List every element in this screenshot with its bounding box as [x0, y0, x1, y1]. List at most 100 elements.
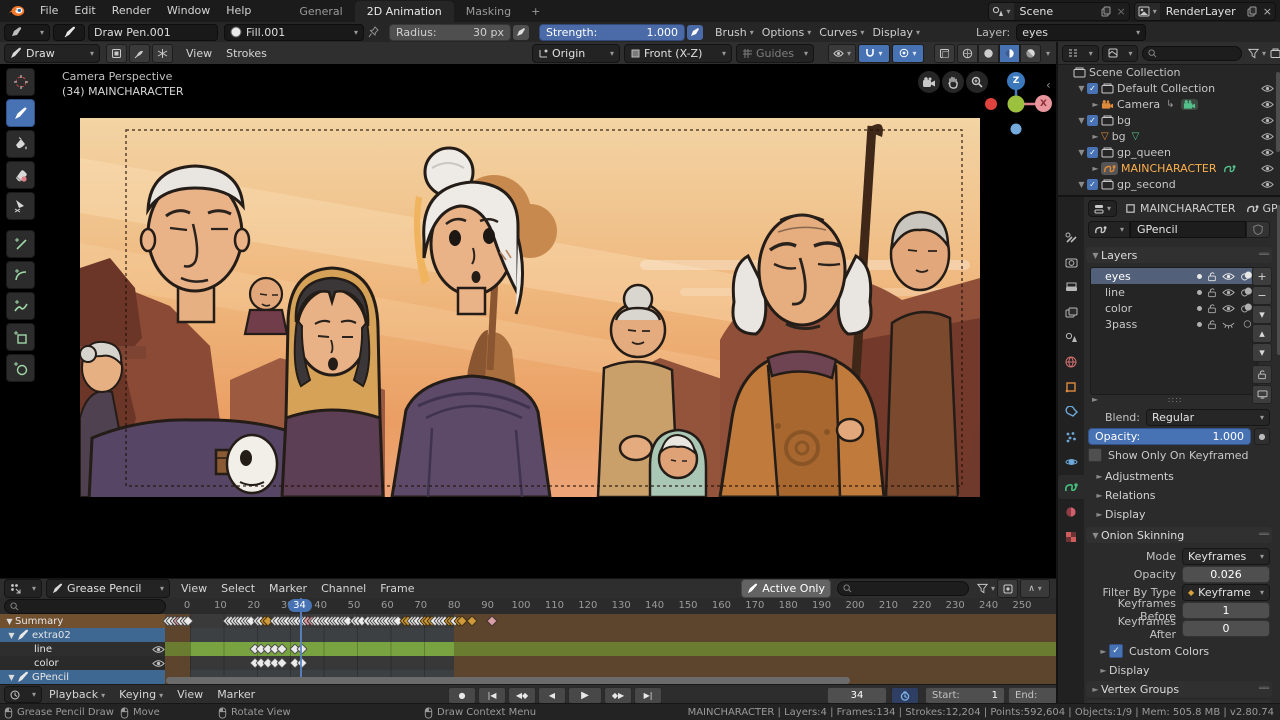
collection-checkbox[interactable]: ✓ — [1087, 179, 1098, 190]
panel-display[interactable]: ►Display — [1094, 506, 1270, 522]
prev-frame-button[interactable]: ◀ — [538, 687, 566, 704]
current-frame-indicator[interactable]: 34 — [288, 599, 312, 612]
dopesheet-menu-marker[interactable]: Marker — [262, 582, 314, 595]
menu-help[interactable]: Help — [218, 0, 259, 22]
overlays-toggle-icon[interactable] — [934, 44, 955, 63]
lock-icon[interactable] — [1207, 303, 1217, 314]
guides-dropdown[interactable]: Guides▾ — [736, 44, 814, 63]
shading-wireframe-icon[interactable] — [957, 44, 978, 63]
expander-icon[interactable]: ▼ — [1076, 148, 1087, 157]
blend-dropdown[interactable]: Regular▾ — [1146, 409, 1270, 426]
eye-closed-icon[interactable] — [1222, 320, 1235, 329]
radius-pressure-toggle[interactable] — [513, 25, 529, 40]
outliner-row[interactable]: ►▽bg▽ — [1058, 128, 1280, 144]
outliner-item-label[interactable]: MAINCHARACTER — [1121, 162, 1217, 175]
timeline-menu-marker[interactable]: Marker — [210, 688, 262, 701]
dopesheet-menu-frame[interactable]: Frame — [373, 582, 421, 595]
editor-type-dropdown[interactable]: ▾ — [4, 579, 42, 598]
render-layer-copy-icon[interactable] — [1244, 6, 1260, 17]
lock-all-button[interactable] — [1252, 365, 1272, 384]
channel-row-summary[interactable]: ▼Summary — [0, 614, 1056, 628]
onion-mode-dropdown[interactable]: Keyframes▾ — [1182, 548, 1270, 565]
tool-cursor-button[interactable] — [6, 68, 35, 96]
outliner-row[interactable]: ▼✓gp_queen — [1058, 144, 1280, 160]
channel-row-extra02[interactable]: ▼extra02 — [0, 628, 1056, 642]
fake-user-shield-icon[interactable] — [1246, 221, 1270, 238]
tool-erase-button[interactable] — [6, 161, 35, 189]
pin-icon[interactable] — [368, 26, 379, 38]
lock-icon[interactable] — [1207, 271, 1217, 282]
outliner-row[interactable]: ►MAINCHARACTER — [1058, 160, 1280, 176]
properties-tab-object-data[interactable] — [1058, 475, 1084, 499]
proportional-keys-icon[interactable] — [997, 579, 1018, 598]
panel-relations[interactable]: ►Relations — [1094, 487, 1270, 503]
next-key-button[interactable]: ◆▶ — [604, 687, 632, 704]
start-frame-field[interactable]: Start:1 — [925, 687, 1005, 704]
outliner-item-label[interactable]: Scene Collection — [1089, 66, 1180, 79]
hide-eye-icon[interactable] — [1261, 84, 1274, 93]
panel-vertex-groups[interactable]: ►Vertex Groups══ — [1086, 681, 1272, 697]
dopesheet-mode-dropdown[interactable]: Grease Pencil▾ — [46, 579, 170, 598]
prev-key-button[interactable]: ◀◆ — [508, 687, 536, 704]
onion-filter-dropdown[interactable]: ◆Keyframe▾ — [1182, 584, 1270, 601]
layer-row[interactable]: color — [1091, 300, 1257, 316]
tool-arc-button[interactable] — [6, 261, 35, 289]
layer-row[interactable]: 3pass — [1091, 316, 1257, 332]
properties-tab-tool[interactable] — [1058, 225, 1084, 249]
collection-checkbox[interactable]: ✓ — [1087, 83, 1098, 94]
properties-tab-output[interactable] — [1058, 275, 1084, 299]
outliner-search-input[interactable] — [1142, 46, 1242, 61]
snap-toggle[interactable]: ▾ — [858, 44, 890, 63]
dopesheet-ruler[interactable]: 0102030405060708090100110120130140150160… — [0, 598, 1056, 615]
brush-icon-button[interactable] — [53, 24, 85, 41]
dopesheet-menu-view[interactable]: View — [174, 582, 214, 595]
render-layer-delete-icon[interactable]: × — [1260, 5, 1275, 18]
outliner-filter-icon[interactable]: ▾ — [1248, 48, 1266, 59]
tool-cutter-button[interactable] — [6, 192, 35, 220]
channel-row-line[interactable]: line ✓ — [0, 642, 1056, 656]
strength-pressure-toggle[interactable] — [687, 25, 703, 40]
tool-curve-button[interactable] — [6, 292, 35, 320]
popover-curves[interactable]: Curves▾ — [819, 26, 864, 39]
paintmask-toggle-icon[interactable] — [129, 44, 150, 63]
radius-slider[interactable]: Radius:30 px — [389, 24, 511, 41]
scene-selector[interactable]: ▾ Scene × — [988, 2, 1130, 21]
channel-name-cell[interactable]: ▼Summary — [0, 614, 169, 628]
timeline-menu-playback[interactable]: Playback▾ — [42, 688, 112, 701]
collection-checkbox[interactable]: ✓ — [1087, 147, 1098, 158]
menu-render[interactable]: Render — [104, 0, 159, 22]
mode-dropdown[interactable]: Draw▾ — [4, 44, 100, 63]
eye-icon[interactable] — [1222, 288, 1235, 297]
properties-tab-scene[interactable] — [1058, 325, 1084, 349]
layer-opacity-slider[interactable]: Opacity:1.000 — [1088, 428, 1251, 445]
strength-slider[interactable]: Strength:1.000 — [539, 24, 685, 41]
render-layer-name[interactable]: RenderLayer — [1160, 5, 1244, 18]
properties-editor-type-dropdown[interactable]: ▾ — [1088, 200, 1117, 217]
hide-eye-icon[interactable] — [1261, 116, 1274, 125]
dopesheet-menu-channel[interactable]: Channel — [314, 582, 373, 595]
expander-icon[interactable]: ▼ — [1076, 84, 1087, 93]
layer-name[interactable]: line — [1105, 286, 1125, 299]
gp-datablock-dropdown[interactable]: ▾ — [1088, 221, 1130, 238]
outliner-scrollbar[interactable] — [1276, 72, 1280, 152]
menu-window[interactable]: Window — [159, 0, 218, 22]
popover-options[interactable]: Options▾ — [762, 26, 811, 39]
outliner-row[interactable]: ►Camera↳ — [1058, 96, 1280, 112]
tool-circle-button[interactable] — [6, 354, 35, 382]
list-expand-icon[interactable]: ► — [1092, 395, 1098, 404]
hide-eye-icon[interactable] — [1261, 180, 1274, 189]
layer-name[interactable]: eyes — [1105, 270, 1131, 283]
keyframes-after-field[interactable]: 0 — [1182, 620, 1270, 637]
menu-edit[interactable]: Edit — [66, 0, 103, 22]
onion-opacity-field[interactable]: 0.026 — [1182, 566, 1270, 583]
lock-icon[interactable] — [1207, 319, 1217, 330]
outliner-row[interactable]: ▼✓gp_second — [1058, 176, 1280, 192]
drawing-plane-dropdown[interactable]: Front (X-Z)▾ — [624, 44, 732, 63]
remove-layer-button[interactable]: − — [1252, 286, 1272, 305]
add-layer-button[interactable]: + — [1252, 267, 1272, 286]
eye-icon[interactable] — [1222, 272, 1235, 281]
outliner-row[interactable]: Scene Collection — [1058, 64, 1280, 80]
list-resize-grip[interactable]: :::: — [1168, 395, 1183, 404]
eye-icon[interactable] — [1222, 304, 1235, 313]
gizmo-z-axis[interactable]: Z — [1007, 72, 1025, 90]
